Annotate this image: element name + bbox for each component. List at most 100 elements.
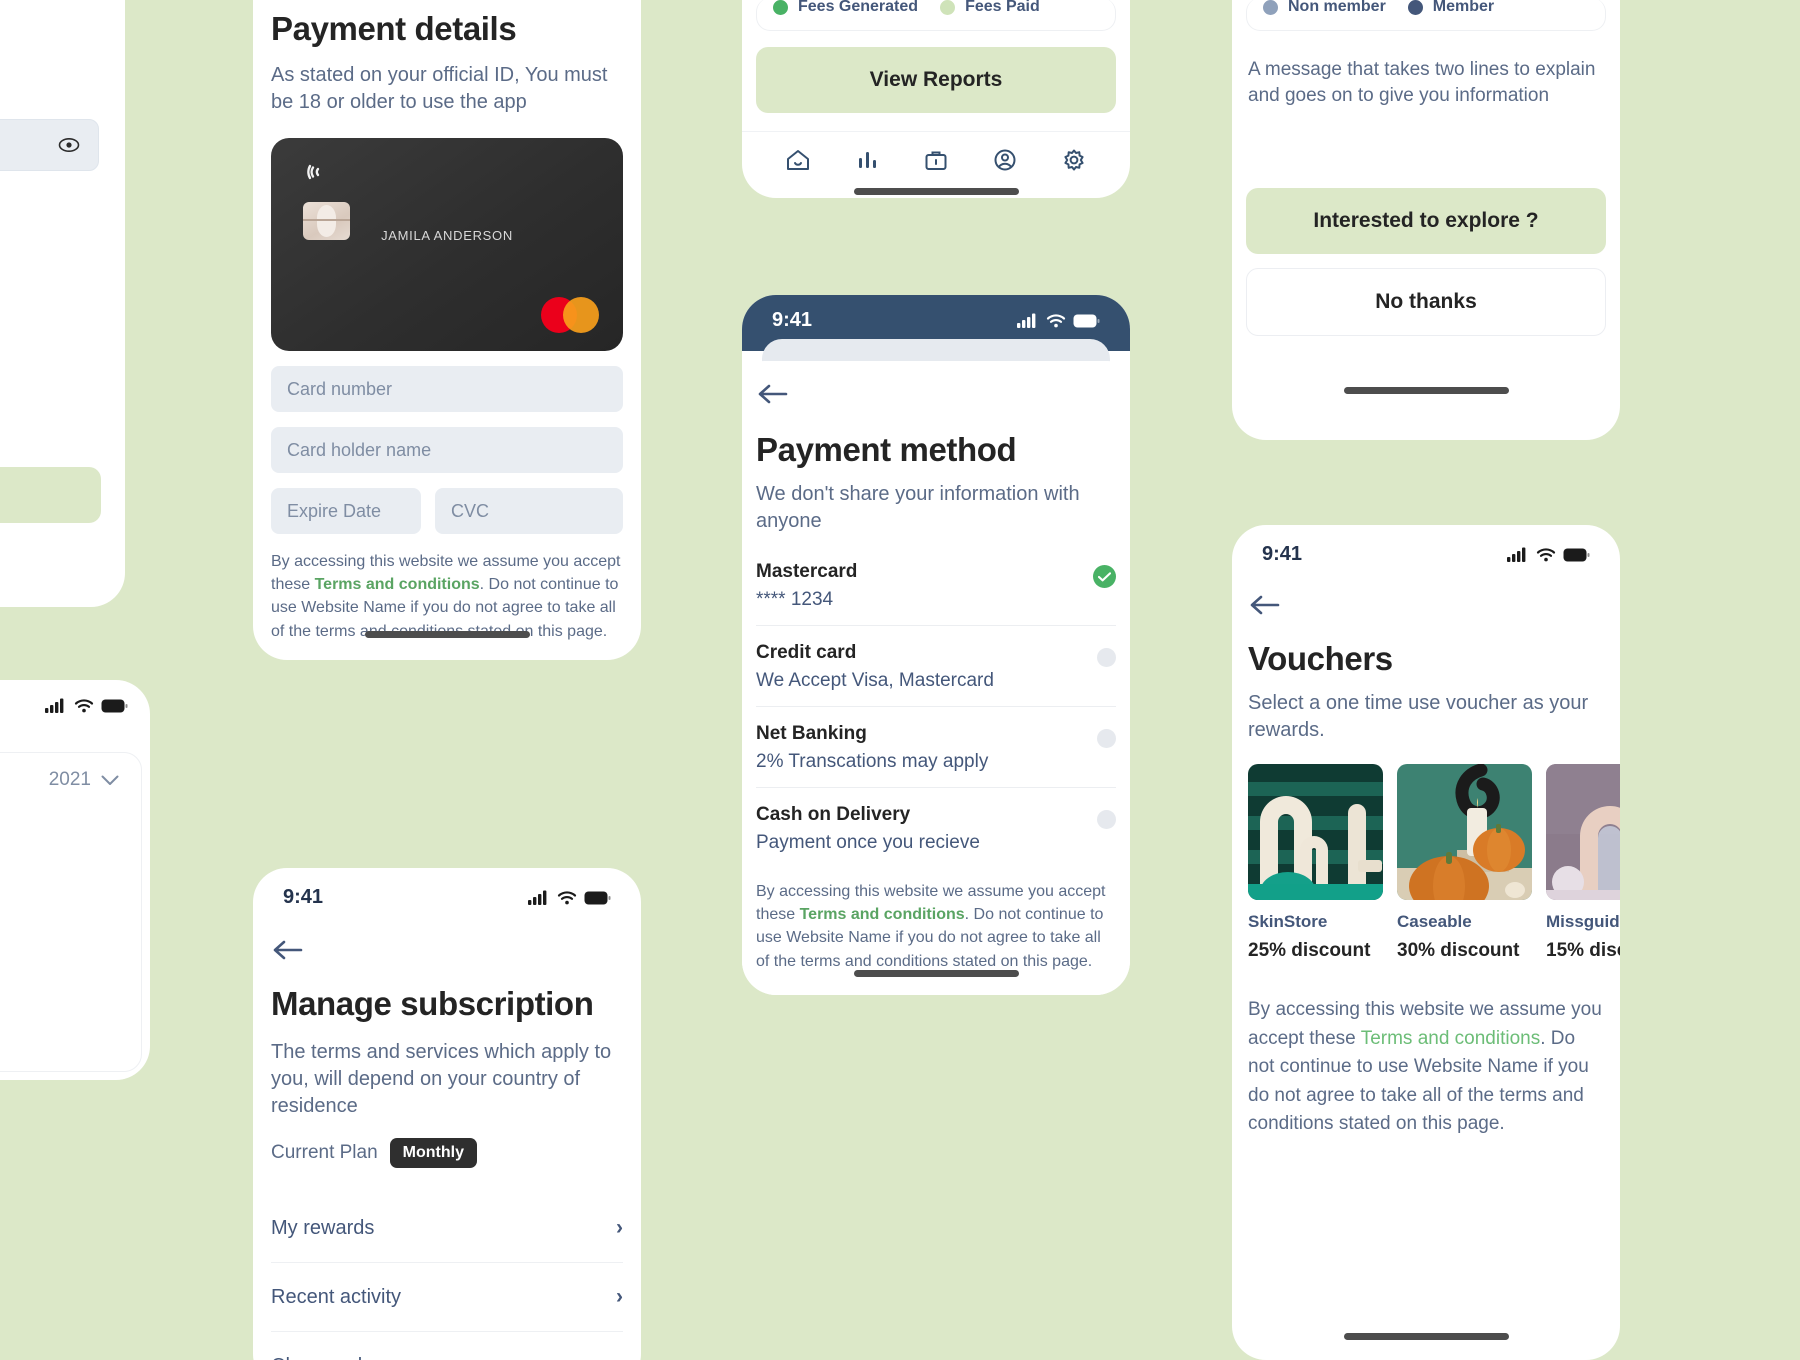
method-desc: **** 1234 <box>756 589 834 610</box>
chart-panel: 2021 42 42 34 Mar Apr <box>0 752 142 1072</box>
voucher-discount: 30% discount <box>1397 940 1520 961</box>
radio-unselected-icon[interactable] <box>1097 729 1116 748</box>
legend-dot-icon <box>773 0 788 15</box>
eye-icon[interactable] <box>58 137 80 153</box>
legend-dot-icon <box>940 0 956 15</box>
current-plan: Current Plan Monthly <box>271 1138 623 1168</box>
view-reports-button[interactable]: View Reports <box>756 47 1116 113</box>
status-bar: 9:41 <box>253 868 641 919</box>
home-indicator <box>853 970 1019 977</box>
status-time: 9:41 <box>1262 543 1303 565</box>
home-indicator <box>364 631 530 638</box>
card-number-input[interactable]: Card number <box>271 366 623 412</box>
terms-link[interactable]: Terms and conditions <box>800 906 965 923</box>
legend-label: Fees Generated <box>798 0 919 15</box>
password-hint-line2: one digit <box>0 63 99 92</box>
chart-screen: 2021 42 42 34 Mar Apr <box>0 680 150 1080</box>
year-selector[interactable]: 2021 <box>49 769 119 791</box>
battery-icon <box>1073 314 1100 327</box>
bottom-tab-bar <box>742 131 1130 182</box>
briefcase-icon[interactable] <box>923 148 949 172</box>
expire-date-input[interactable]: Expire Date <box>271 488 421 534</box>
chevron-right-icon: › <box>616 1354 623 1360</box>
cellular-icon <box>1017 313 1036 328</box>
terms-link[interactable]: Terms and conditions <box>315 576 480 593</box>
bottom-sheet: Payment method We don't share your infor… <box>742 361 1130 995</box>
dashboard-screen: Fees Generated Fees Paid View Reports <box>742 0 1130 198</box>
radio-unselected-icon[interactable] <box>1097 648 1116 667</box>
legend-label: Non member <box>1288 0 1386 15</box>
battery-icon <box>101 699 128 712</box>
expire-date-placeholder: Expire Date <box>287 500 382 521</box>
current-plan-badge[interactable]: Monthly <box>389 1138 477 1168</box>
password-submit-button[interactable] <box>0 467 101 523</box>
password-input[interactable] <box>0 119 99 171</box>
contactless-icon <box>307 164 320 180</box>
terms-link[interactable]: Terms and conditions <box>1361 1028 1541 1049</box>
voucher-card[interactable]: Caseable 30% discount <box>1397 764 1532 962</box>
cvc-placeholder: CVC <box>451 500 490 521</box>
payment-method-option[interactable]: Net Banking 2% Transcations may apply <box>756 707 1116 788</box>
gear-icon[interactable] <box>1061 148 1087 172</box>
method-title: Cash on Delivery <box>756 804 911 825</box>
voucher-discount: 25% discount <box>1248 940 1371 961</box>
wifi-icon <box>74 699 94 713</box>
cvc-input[interactable]: CVC <box>435 488 623 534</box>
account-icon[interactable] <box>992 148 1018 172</box>
list-item[interactable]: Recent activity › <box>271 1263 623 1332</box>
back-arrow-icon[interactable] <box>271 937 305 963</box>
card-holder-name-input[interactable]: Card holder name <box>271 427 623 473</box>
legend-label: Fees Paid <box>965 0 1040 15</box>
payment-method-option[interactable]: Mastercard **** 1234 <box>756 545 1116 626</box>
payment-method-option[interactable]: Credit card We Accept Visa, Mastercard <box>756 626 1116 707</box>
row-label: My rewards <box>271 1216 375 1239</box>
method-title: Credit card <box>756 642 857 663</box>
chart-legend: Non member Member <box>1246 0 1606 31</box>
method-desc: 2% Transcations may apply <box>756 751 989 772</box>
cellular-icon <box>45 698 64 713</box>
card-holder-name-text: JAMILA ANDERSON <box>381 228 513 243</box>
legend-item-member: Member <box>1407 0 1494 16</box>
status-bar: 9:41 <box>1232 525 1620 576</box>
manage-subscription-screen: 9:41 Manage subscription The terms and s… <box>253 868 641 1360</box>
wifi-icon <box>557 891 577 905</box>
method-desc: We Accept Visa, Mastercard <box>756 670 994 691</box>
back-arrow-icon[interactable] <box>1248 592 1282 618</box>
payment-details-screen: Payment details As stated on your offici… <box>253 0 641 660</box>
wifi-icon <box>1536 548 1556 562</box>
voucher-name: Missguided <box>1546 912 1620 931</box>
home-indicator <box>853 188 1019 195</box>
current-plan-label: Current Plan <box>271 1142 378 1163</box>
info-message: A message that takes two lines to explai… <box>1248 59 1596 106</box>
radio-unselected-icon[interactable] <box>1097 810 1116 829</box>
legend-item-fees-generated: Fees Generated <box>773 0 918 16</box>
method-title: Net Banking <box>756 723 867 744</box>
mastercard-logo-icon <box>541 297 599 333</box>
payment-method-option[interactable]: Cash on Delivery Payment once you reciev… <box>756 788 1116 868</box>
legend-item-non-member: Non member <box>1263 0 1386 16</box>
chevron-right-icon: › <box>616 1285 623 1308</box>
cellular-icon <box>1507 547 1526 562</box>
membership-screen: Non member Member A message that takes t… <box>1232 0 1620 440</box>
legend-item-fees-paid: Fees Paid <box>940 0 1040 16</box>
selected-check-icon <box>1093 565 1116 588</box>
home-icon[interactable] <box>785 148 811 172</box>
status-bar <box>0 680 150 723</box>
chevron-right-icon: › <box>616 1216 623 1239</box>
method-desc: Payment once you recieve <box>756 832 980 853</box>
back-arrow-icon[interactable] <box>756 381 790 407</box>
password-card: recters long, and one digit ? <box>0 0 125 607</box>
no-thanks-button[interactable]: No thanks <box>1246 268 1606 336</box>
year-value: 2021 <box>48 769 91 790</box>
method-title: Mastercard <box>756 561 858 582</box>
list-item[interactable]: My rewards › <box>271 1194 623 1263</box>
chart-icon[interactable] <box>854 148 880 172</box>
interested-to-explore-button[interactable]: Interested to explore ? <box>1246 188 1606 254</box>
voucher-card[interactable]: SkinStore 25% discount <box>1248 764 1383 962</box>
password-question[interactable]: ? <box>0 171 125 213</box>
list-item[interactable]: Change plan › <box>271 1332 623 1360</box>
terms-text: By accessing this website we assume you … <box>1248 999 1602 1134</box>
status-time: 9:41 <box>772 309 813 331</box>
voucher-card[interactable]: Missguided 15% discount <box>1546 764 1620 962</box>
credit-card-visual: JAMILA ANDERSON <box>271 138 623 351</box>
